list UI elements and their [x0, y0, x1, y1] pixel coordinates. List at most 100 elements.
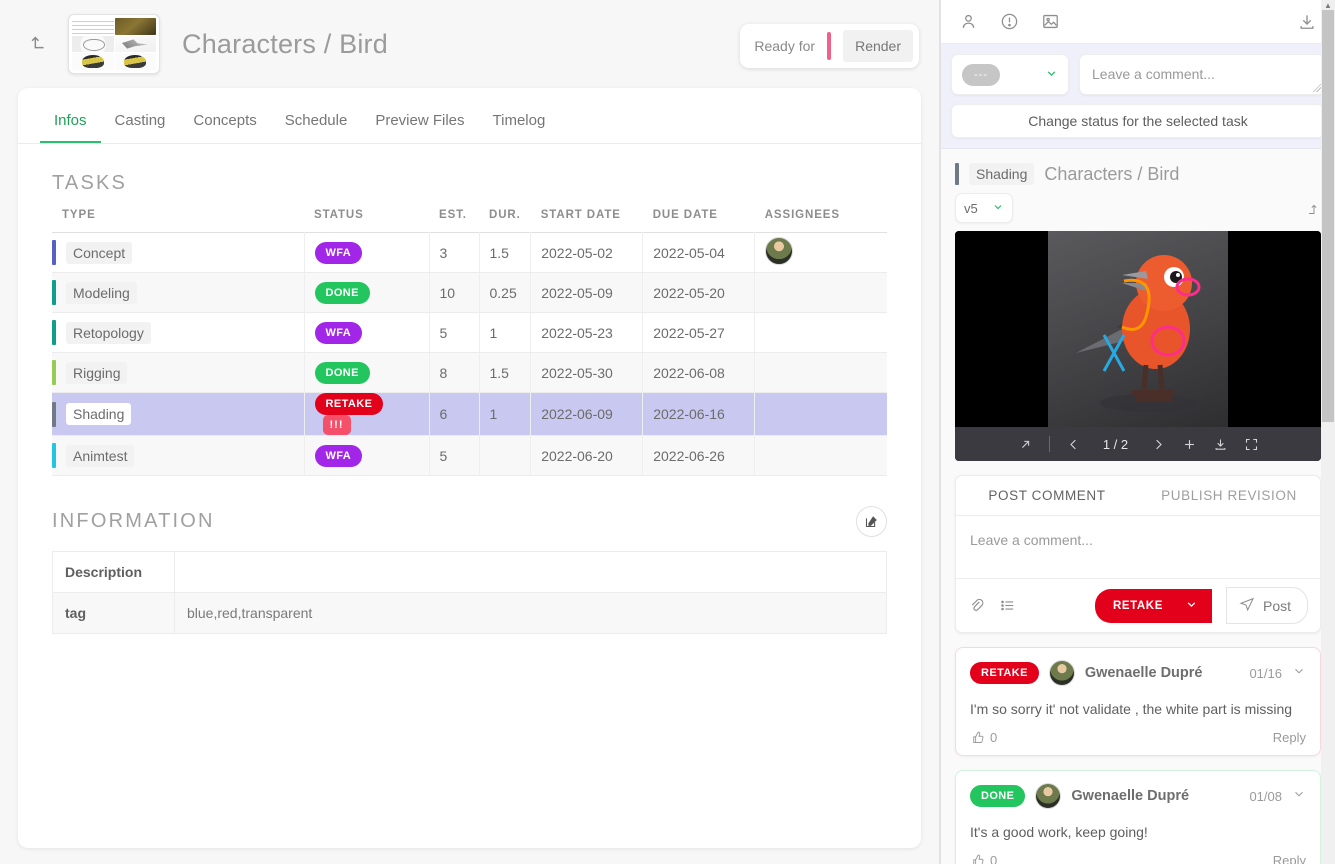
comment-textarea[interactable]: Leave a comment...: [956, 516, 1320, 579]
expand-arrow-icon[interactable]: [1018, 437, 1033, 452]
chevron-down-icon: [1185, 598, 1198, 614]
table-row[interactable]: Shading RETAKE !!! 6 1 2022-06-09 2022-0…: [52, 392, 887, 436]
comment-text: I'm so sorry it' not validate , the whit…: [970, 701, 1293, 717]
download-icon[interactable]: [1297, 12, 1317, 32]
table-row[interactable]: Retopology WFA 5 1 2022-05-23 2022-05-27: [52, 312, 887, 353]
info-value: blue,red,transparent: [174, 592, 887, 634]
column-est: EST.: [439, 209, 467, 221]
cell-status: WFA: [304, 312, 430, 353]
table-row[interactable]: Rigging DONE 8 1.5 2022-05-30 2022-06-08: [52, 352, 887, 393]
open-external-icon[interactable]: [1304, 201, 1319, 216]
quick-comment-input[interactable]: Leave a comment...: [1079, 54, 1325, 95]
download-icon[interactable]: [1213, 437, 1228, 452]
preview-player: 1 / 2: [955, 231, 1321, 461]
image-icon[interactable]: [1041, 12, 1060, 31]
reply-button[interactable]: Reply: [1273, 853, 1306, 864]
ready-for-value: Render: [843, 30, 913, 62]
chevron-down-icon[interactable]: [1292, 664, 1306, 683]
tab-schedule[interactable]: Schedule: [271, 106, 362, 143]
like-count: 0: [990, 853, 998, 864]
status-badge[interactable]: DONE: [314, 281, 370, 304]
comment-footer: 0 Reply: [970, 853, 1306, 864]
reply-button[interactable]: Reply: [1273, 730, 1306, 745]
comment-date: 01/08: [1249, 788, 1282, 804]
status-badge[interactable]: WFA: [314, 444, 363, 467]
tab-infos[interactable]: Infos: [40, 106, 101, 143]
tab-bar: Infos Casting Concepts Schedule Preview …: [18, 88, 921, 144]
chevron-down-icon: [992, 201, 1004, 216]
status-badge[interactable]: DONE: [314, 361, 370, 384]
avatar[interactable]: [765, 237, 794, 265]
exclamation-circle-icon[interactable]: [1000, 12, 1019, 31]
table-row[interactable]: Animtest WFA 5 2022-06-20 2022-06-26: [52, 435, 887, 476]
cell-assignees: [755, 233, 887, 273]
cell-due-date: 2022-05-04: [642, 232, 756, 273]
information-header: INFORMATION: [52, 476, 887, 551]
tab-publish-revision[interactable]: PUBLISH REVISION: [1138, 476, 1320, 515]
like-button[interactable]: 0: [970, 853, 997, 864]
avatar[interactable]: [1048, 660, 1075, 686]
like-count: 0: [990, 730, 998, 746]
cell-assignees: [755, 393, 887, 436]
tab-timelog[interactable]: Timelog: [479, 106, 560, 143]
comment-header: DONE Gwenaelle Dupré 01/08: [970, 783, 1306, 810]
person-icon[interactable]: [959, 12, 978, 31]
tab-concepts[interactable]: Concepts: [179, 106, 270, 143]
cell-start-date: 2022-06-09: [530, 392, 644, 436]
entity-thumbnail[interactable]: [68, 14, 160, 74]
table-row[interactable]: Modeling DONE 10 0.25 2022-05-09 2022-05…: [52, 272, 887, 313]
status-select[interactable]: ---: [951, 54, 1069, 95]
cell-due-date: 2022-06-08: [642, 352, 756, 393]
like-button[interactable]: 0: [970, 730, 997, 745]
status-badge[interactable]: RETAKE: [314, 393, 384, 415]
post-comment-button[interactable]: Post: [1225, 587, 1308, 624]
next-icon[interactable]: [1151, 437, 1166, 452]
back-arrow-icon[interactable]: [22, 27, 56, 61]
comment-header: RETAKE Gwenaelle Dupré 01/16: [970, 660, 1306, 686]
change-status-button[interactable]: Change status for the selected task: [951, 104, 1325, 138]
table-row[interactable]: Concept WFA 3 1.5 2022-05-02 2022-05-04: [52, 232, 887, 273]
cell-dur: [479, 435, 532, 476]
cell-type: Rigging: [52, 352, 305, 393]
scrollbar-thumb[interactable]: [1322, 10, 1334, 422]
tab-preview-files[interactable]: Preview Files: [361, 106, 478, 143]
preview-image: [1048, 231, 1228, 427]
plus-icon[interactable]: [1182, 437, 1197, 452]
tasks-section-title: TASKS: [52, 172, 128, 194]
avatar[interactable]: [1035, 783, 1062, 810]
status-select-value: ---: [962, 63, 1000, 86]
task-type-label: Modeling: [66, 281, 137, 304]
status-badge[interactable]: WFA: [314, 241, 363, 264]
fullscreen-icon[interactable]: [1244, 437, 1259, 452]
cell-dur: 1: [479, 312, 532, 353]
tab-post-comment[interactable]: POST COMMENT: [956, 476, 1138, 515]
cell-status: WFA: [304, 435, 430, 476]
selected-task-header: Shading Characters / Bird: [941, 149, 1335, 185]
cell-est: 10: [429, 272, 480, 313]
control-divider: [1048, 436, 1050, 452]
cell-assignees: [755, 436, 887, 476]
comment-status-dropdown[interactable]: RETAKE: [1094, 588, 1212, 623]
cell-status: DONE: [304, 352, 430, 393]
scroll-up-arrow-icon[interactable]: ▲: [1321, 0, 1335, 10]
chevron-down-icon[interactable]: [1292, 787, 1306, 806]
cell-est: 3: [429, 232, 480, 273]
status-badge[interactable]: WFA: [314, 321, 363, 344]
preview-stage[interactable]: [955, 231, 1321, 427]
version-select[interactable]: v5: [955, 193, 1013, 223]
paperclip-icon[interactable]: [968, 597, 985, 614]
comment-date: 01/16: [1249, 665, 1282, 681]
edit-pencil-icon[interactable]: [856, 506, 887, 537]
checklist-icon[interactable]: [999, 597, 1016, 614]
content-card: Infos Casting Concepts Schedule Preview …: [18, 88, 921, 848]
comment-status-badge: DONE: [970, 785, 1026, 808]
sidebar-scrollbar[interactable]: ▲: [1321, 0, 1335, 864]
prev-icon[interactable]: [1066, 437, 1081, 452]
task-type-color-bar: [52, 443, 56, 468]
tab-casting[interactable]: Casting: [101, 106, 180, 143]
cell-status: DONE: [304, 272, 430, 313]
sidebar-toolbar: [941, 0, 1335, 44]
ready-for-chip[interactable]: Ready for Render: [740, 24, 919, 68]
cell-type: Shading: [52, 392, 305, 436]
ready-for-bar: [827, 32, 832, 60]
